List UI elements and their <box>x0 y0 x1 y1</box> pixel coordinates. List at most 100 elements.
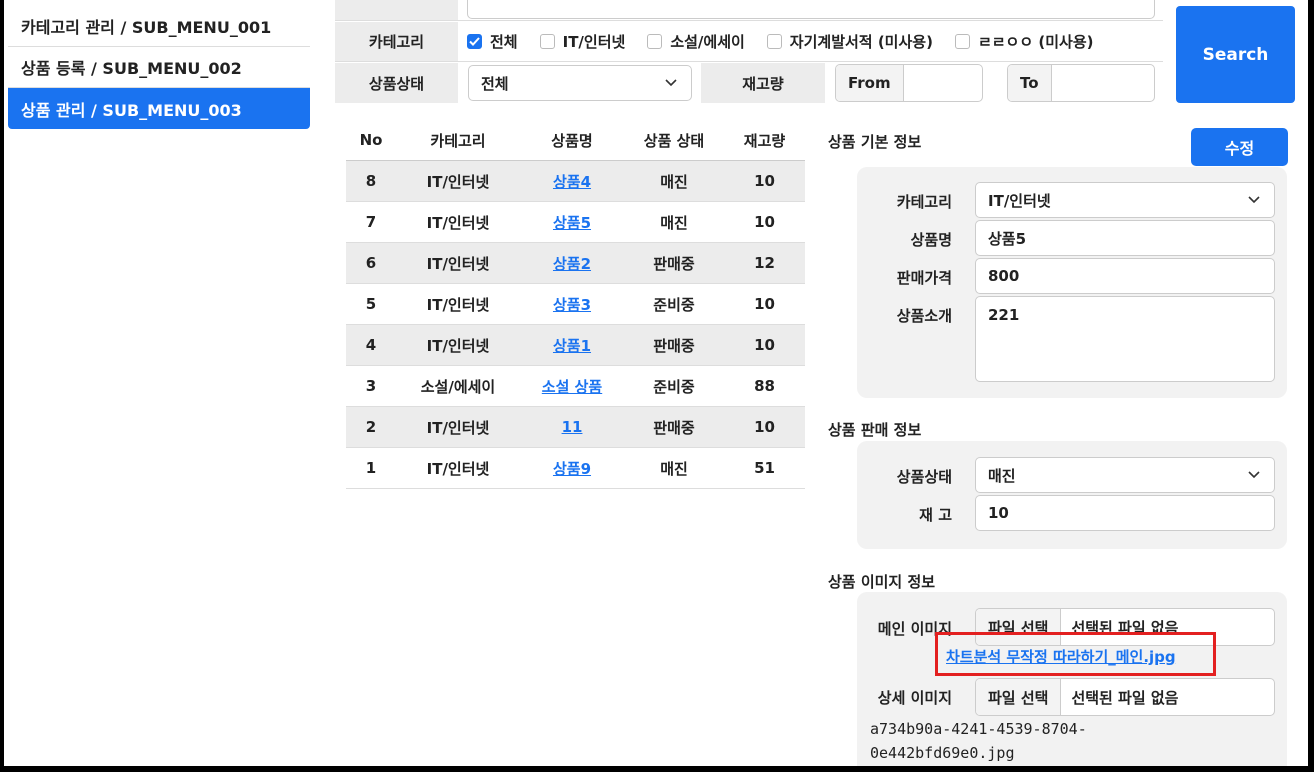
category-checkbox-novel[interactable]: 소설/에세이 <box>647 31 745 52</box>
checkbox-label: 전체 <box>490 33 518 51</box>
row-product-name-link[interactable]: 상품2 <box>553 255 591 273</box>
row-category: IT/인터넷 <box>426 418 490 437</box>
stock-filter-label: 재고량 <box>701 63 825 103</box>
checkbox-checked-icon[interactable] <box>467 34 482 49</box>
image-info-card: 메인 이미지 파일 선택 선택된 파일 없음 차트분석 무작정 따라하기_메인.… <box>857 592 1287 766</box>
row-product-name-link[interactable]: 상품9 <box>553 460 591 478</box>
category-select[interactable]: IT/인터넷 <box>975 182 1275 218</box>
row-product-name-link[interactable]: 상품3 <box>553 296 591 314</box>
row-no: 2 <box>365 418 377 436</box>
row-no: 8 <box>365 172 377 190</box>
checkbox-icon[interactable] <box>647 34 663 49</box>
price-input[interactable]: 800 <box>975 258 1275 294</box>
row-category-cell: IT/인터넷 <box>396 212 520 233</box>
checkbox-label: 자기계발서적 (미사용) <box>789 33 933 51</box>
checkbox-icon[interactable] <box>539 34 555 49</box>
sidebar: 카테고리 관리 / SUB_MENU_001 상품 등록 / SUB_MENU_… <box>8 6 310 129</box>
description-value: 221 <box>988 306 1020 324</box>
status-filter-select[interactable]: 전체 <box>468 65 692 101</box>
row-stock-cell: 88 <box>724 377 805 395</box>
table-row: 2 IT/인터넷 11 판매중 10 <box>346 407 805 448</box>
row-no-cell: 1 <box>346 459 396 477</box>
detail-image-filename-line1: a734b90a-4241-4539-8704- <box>870 720 1087 738</box>
row-stock: 12 <box>754 254 775 272</box>
row-status: 판매중 <box>653 336 695 355</box>
row-category-cell: IT/인터넷 <box>396 417 520 438</box>
checkbox-icon[interactable] <box>954 34 970 49</box>
stock-to-field[interactable]: To <box>1007 64 1155 102</box>
status-filter-value: 전체 <box>481 74 509 93</box>
row-no: 4 <box>365 336 377 354</box>
row-no-cell: 5 <box>346 295 396 313</box>
category-select-value: IT/인터넷 <box>988 191 1051 210</box>
row-product-name-cell: 상품2 <box>520 253 624 274</box>
stock-input[interactable]: 10 <box>975 495 1275 531</box>
table-row: 1 IT/인터넷 상품9 매진 51 <box>346 448 805 489</box>
detail-image-file-select-button[interactable]: 파일 선택 <box>976 679 1062 715</box>
header-category: 카테고리 <box>430 131 486 150</box>
name-field-label: 상품명 <box>910 231 952 249</box>
row-status-cell: 매진 <box>624 171 724 192</box>
detail-image-filename: a734b90a-4241-4539-8704- 0e442bfd69e0.jp… <box>870 717 1087 765</box>
row-stock-cell: 10 <box>724 213 805 231</box>
category-checkbox-all[interactable]: 전체 <box>467 31 518 52</box>
row-category-cell: 소설/에세이 <box>396 376 520 397</box>
checkbox-icon[interactable] <box>766 34 782 49</box>
row-category: 소설/에세이 <box>420 377 496 396</box>
checkbox-label: 소설/에세이 <box>670 33 745 51</box>
category-checkbox-selfhelp[interactable]: 자기계발서적 (미사용) <box>766 31 933 52</box>
stock-from-input[interactable] <box>904 65 982 101</box>
row-category: IT/인터넷 <box>426 213 490 232</box>
row-product-name-link[interactable]: 상품5 <box>553 214 591 232</box>
stock-field-label: 재 고 <box>919 506 952 524</box>
row-status-cell: 매진 <box>624 212 724 233</box>
description-textarea[interactable]: 221 <box>975 296 1275 382</box>
product-table: No 카테고리 상품명 상품 상태 재고량 8 IT/인터넷 상품4 매진 10 7 IT/… <box>346 120 805 489</box>
row-no-cell: 2 <box>346 418 396 436</box>
sidebar-item-product-register[interactable]: 상품 등록 / SUB_MENU_002 <box>8 47 310 88</box>
row-stock-cell: 10 <box>724 336 805 354</box>
row-no: 3 <box>365 377 377 395</box>
row-stock: 10 <box>754 336 775 354</box>
category-checkbox-it[interactable]: IT/인터넷 <box>539 31 625 52</box>
name-input[interactable]: 상품5 <box>975 220 1275 256</box>
row-stock: 10 <box>754 172 775 190</box>
chevron-down-icon <box>1248 196 1260 204</box>
row-product-name-link[interactable]: 11 <box>562 418 583 436</box>
basic-info-card: 카테고리 IT/인터넷 상품명 상품5 판매가격 800 상품소개 221 <box>857 167 1287 398</box>
to-label: To <box>1008 65 1052 101</box>
sidebar-item-product-manage[interactable]: 상품 관리 / SUB_MENU_003 <box>8 88 310 129</box>
row-product-name-link[interactable]: 소설 상품 <box>542 378 602 396</box>
row-no: 5 <box>365 295 377 313</box>
row-status-cell: 판매중 <box>624 253 724 274</box>
product-name-search-input[interactable] <box>467 0 1155 19</box>
row-product-name-link[interactable]: 상품1 <box>553 337 591 355</box>
stock-to-input[interactable] <box>1052 65 1154 101</box>
category-checkbox-unused[interactable]: ㄹㄹㅇㅇ (미사용) <box>954 31 1094 52</box>
from-label: From <box>836 65 904 101</box>
row-product-name-link[interactable]: 상품4 <box>553 173 591 191</box>
search-row-status: 상품상태 전체 재고량 From To <box>335 63 1163 103</box>
row-no: 6 <box>365 254 377 272</box>
status-filter-label: 상품상태 <box>335 63 458 103</box>
row-category-cell: IT/인터넷 <box>396 458 520 479</box>
status-select[interactable]: 매진 <box>975 457 1275 493</box>
image-info-title: 상품 이미지 정보 <box>828 573 936 591</box>
main-image-file-link[interactable]: 차트분석 무작정 따라하기_메인.jpg <box>946 646 1176 667</box>
edit-button[interactable]: 수정 <box>1191 128 1288 166</box>
row-no-cell: 4 <box>346 336 396 354</box>
row-product-name-cell: 상품4 <box>520 171 624 192</box>
row-category: IT/인터넷 <box>426 295 490 314</box>
row-status: 준비중 <box>653 377 695 396</box>
stock-from-field[interactable]: From <box>835 64 983 102</box>
checkbox-label: ㄹㄹㅇㅇ (미사용) <box>977 33 1094 51</box>
row-category: IT/인터넷 <box>426 172 490 191</box>
row-stock: 51 <box>754 459 775 477</box>
table-body: 8 IT/인터넷 상품4 매진 10 7 IT/인터넷 상품5 매진 10 6 IT/인터넷 상품2 판매… <box>346 161 805 489</box>
sidebar-item-category-manage[interactable]: 카테고리 관리 / SUB_MENU_001 <box>8 6 310 47</box>
row-status-cell: 판매중 <box>624 335 724 356</box>
description-field-label: 상품소개 <box>896 307 952 325</box>
search-button[interactable]: Search <box>1176 6 1295 103</box>
detail-image-file-input[interactable]: 파일 선택 선택된 파일 없음 <box>975 678 1275 716</box>
row-status: 매진 <box>660 172 688 191</box>
